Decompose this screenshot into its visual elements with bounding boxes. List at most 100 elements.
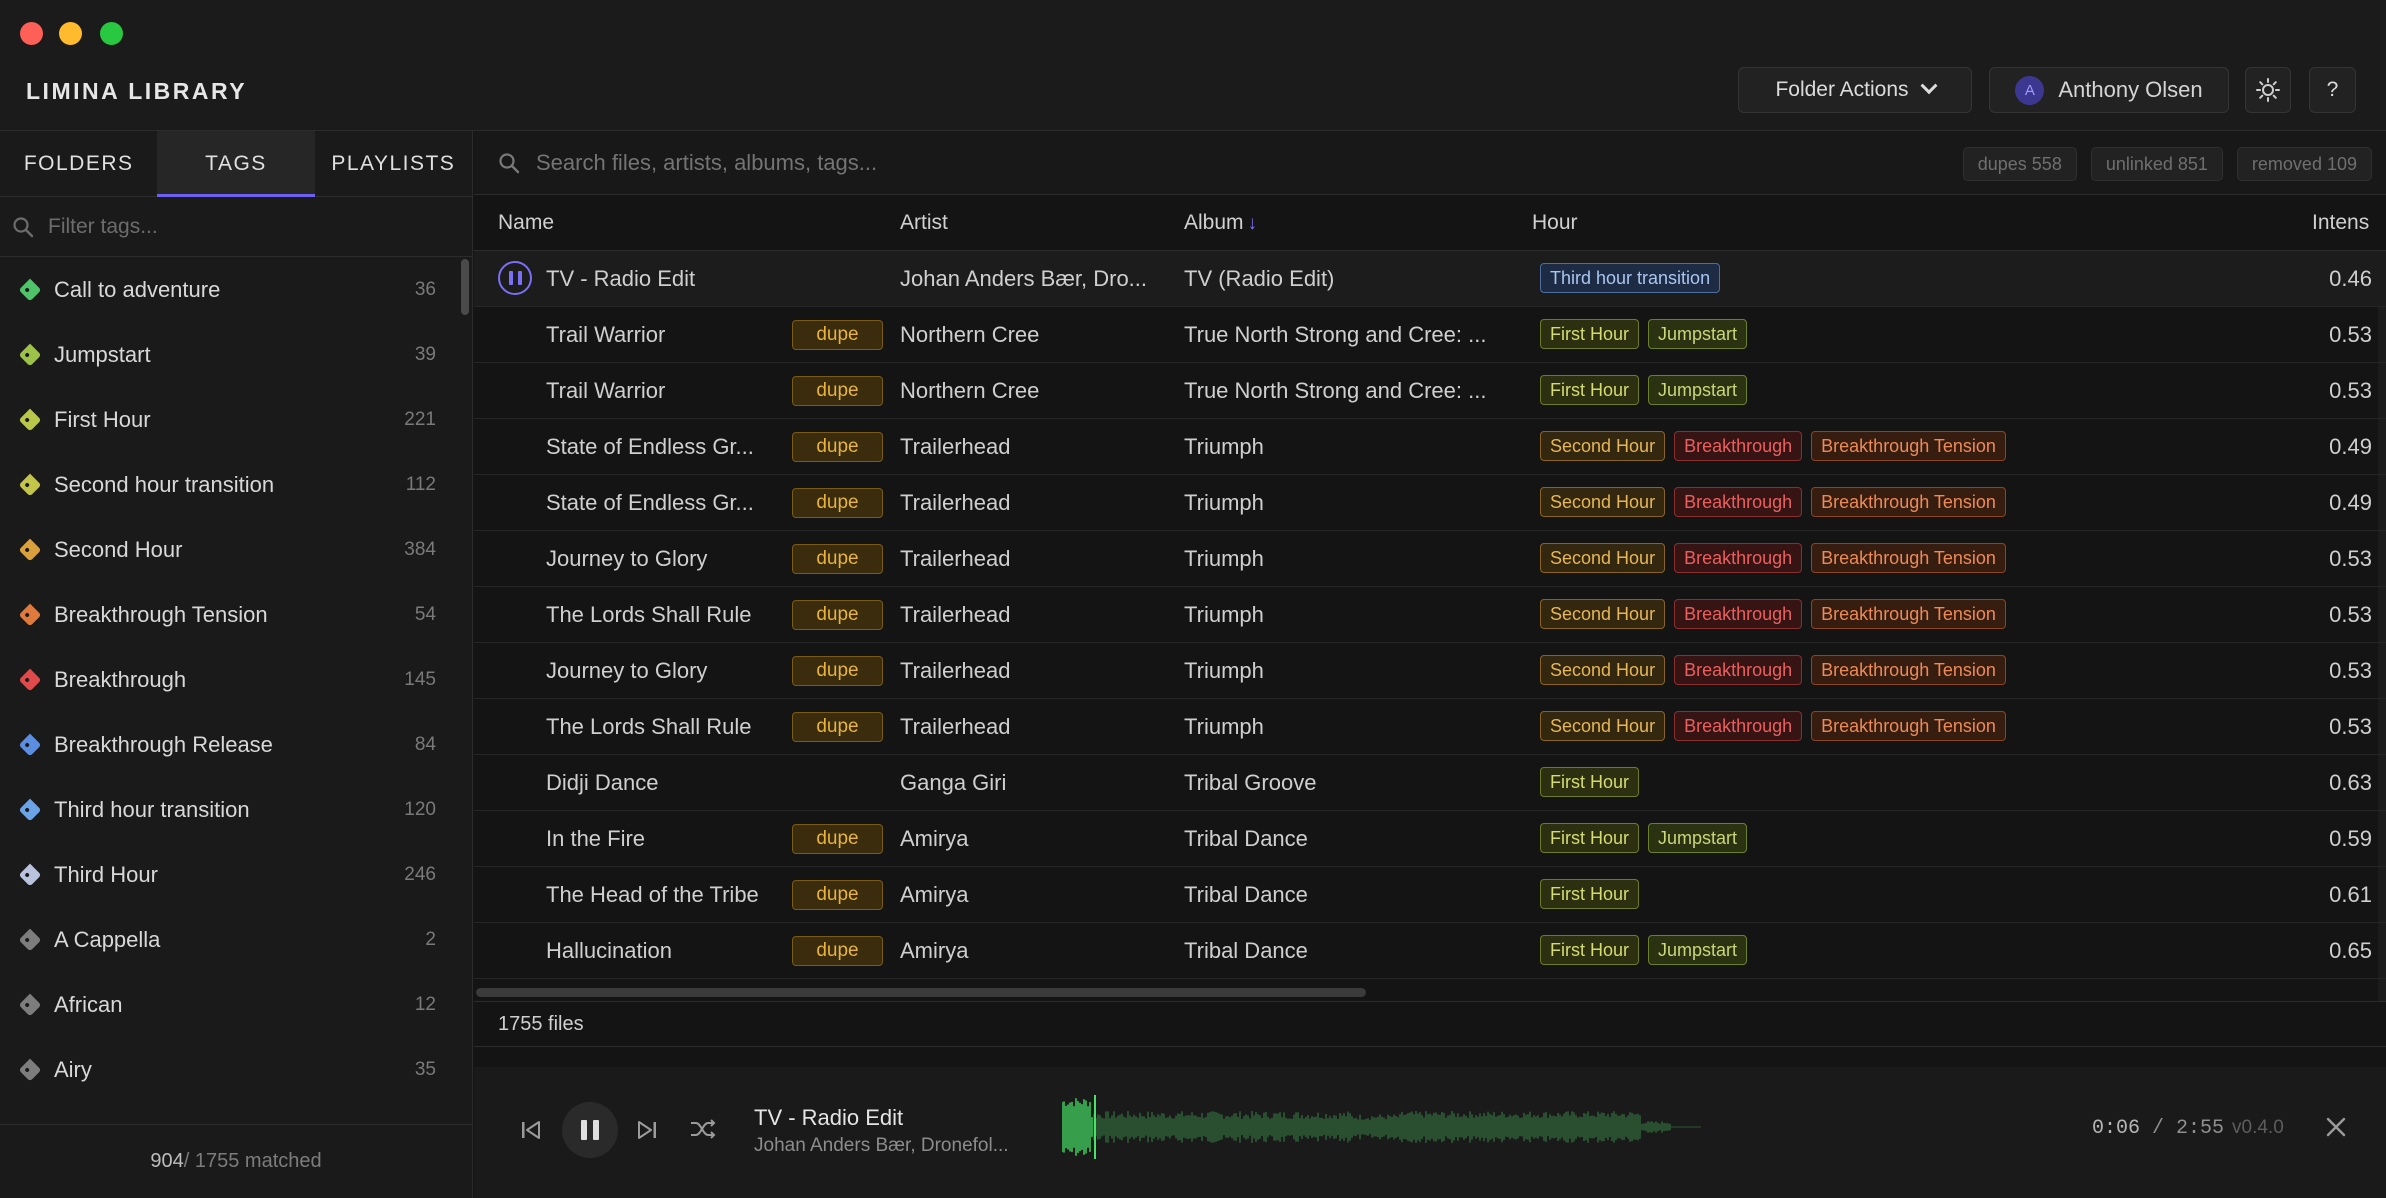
track-album: Tribal Dance bbox=[1184, 826, 1308, 851]
track-album: True North Strong and Cree: ... bbox=[1184, 378, 1487, 403]
tag-item[interactable]: Breakthrough 145 bbox=[0, 647, 472, 712]
table-row[interactable]: Journey to Glory dupe Trailerhead Triumph Se… bbox=[474, 643, 2386, 699]
tag-item[interactable]: Second hour transition 112 bbox=[0, 452, 472, 517]
table-row[interactable]: Trail Warrior dupe Northern Cree True North… bbox=[474, 307, 2386, 363]
tag-icon bbox=[18, 863, 42, 886]
tag-chip[interactable]: First Hour bbox=[1540, 879, 1640, 909]
tag-item[interactable]: Breakthrough Tension 54 bbox=[0, 582, 472, 647]
tag-item[interactable]: Jumpstart 39 bbox=[0, 322, 472, 387]
tag-chip[interactable]: First Hour bbox=[1540, 375, 1640, 405]
tag-chip[interactable]: Breakthrough bbox=[1674, 655, 1803, 685]
tag-chip[interactable]: Third hour transition bbox=[1540, 263, 1721, 293]
tag-item[interactable]: Call to adventure 36 bbox=[0, 257, 472, 322]
dupe-badge[interactable]: dupe bbox=[792, 432, 883, 462]
dupe-badge[interactable]: dupe bbox=[792, 320, 883, 350]
table-row[interactable]: The Lords Shall Rule dupe Trailerhead Trium… bbox=[474, 699, 2386, 755]
user-menu-button[interactable]: A Anthony Olsen bbox=[1989, 67, 2229, 113]
tag-item[interactable]: A Cappella 2 bbox=[0, 907, 472, 972]
tag-item[interactable]: Second Hour 384 bbox=[0, 517, 472, 582]
tab-tags[interactable]: TAGS bbox=[157, 131, 315, 197]
previous-button[interactable] bbox=[516, 1112, 546, 1148]
track-artist: Johan Anders Bær, Dro... bbox=[900, 266, 1148, 291]
tag-chip[interactable]: Breakthrough Tension bbox=[1811, 711, 2006, 741]
tag-chip[interactable]: Jumpstart bbox=[1648, 935, 1748, 965]
help-button[interactable]: ? bbox=[2309, 67, 2356, 113]
table-row[interactable]: Journey to Glory dupe Trailerhead Triumph Se… bbox=[474, 531, 2386, 587]
table-row[interactable]: The Head of the Tribe dupe Amirya Tribal Da… bbox=[474, 867, 2386, 923]
dupe-badge[interactable]: dupe bbox=[792, 600, 883, 630]
tab-playlists[interactable]: PLAYLISTS bbox=[315, 131, 472, 196]
minimize-window-button[interactable] bbox=[59, 22, 82, 45]
table-row[interactable]: State of Endless Gr... dupe Trailerhead Tri… bbox=[474, 419, 2386, 475]
tag-chip[interactable]: Second Hour bbox=[1540, 431, 1666, 461]
maximize-window-button[interactable] bbox=[100, 22, 123, 45]
tag-chip[interactable]: Breakthrough Tension bbox=[1811, 543, 2006, 573]
tag-item[interactable]: Airy 35 bbox=[0, 1037, 472, 1102]
next-button[interactable] bbox=[632, 1112, 662, 1148]
table-row[interactable]: Hallucination dupe Amirya Tribal Dance First… bbox=[474, 923, 2386, 979]
column-artist[interactable]: Artist bbox=[900, 211, 948, 235]
column-album[interactable]: Album ↓ bbox=[1184, 211, 1257, 235]
tag-chip[interactable]: Second Hour bbox=[1540, 711, 1666, 741]
tag-chip[interactable]: First Hour bbox=[1540, 319, 1640, 349]
tag-chip[interactable]: Breakthrough bbox=[1674, 543, 1803, 573]
dupe-badge[interactable]: dupe bbox=[792, 544, 883, 574]
pause-circle-icon[interactable] bbox=[498, 261, 532, 295]
table-row-partial[interactable] bbox=[474, 979, 2386, 1001]
tab-folders[interactable]: FOLDERS bbox=[0, 131, 157, 196]
tag-chip[interactable]: Breakthrough bbox=[1674, 711, 1803, 741]
theme-toggle-button[interactable] bbox=[2245, 67, 2291, 113]
dupe-badge[interactable]: dupe bbox=[792, 712, 883, 742]
tag-item[interactable]: African 12 bbox=[0, 972, 472, 1037]
folder-actions-button[interactable]: Folder Actions bbox=[1738, 67, 1972, 113]
tag-chip[interactable]: Second Hour bbox=[1540, 599, 1666, 629]
tag-chip[interactable]: Jumpstart bbox=[1648, 319, 1748, 349]
tag-chip[interactable]: Breakthrough Tension bbox=[1811, 487, 2006, 517]
tag-chip[interactable]: Breakthrough Tension bbox=[1811, 431, 2006, 461]
tag-chip[interactable]: Breakthrough bbox=[1674, 487, 1803, 517]
tag-item[interactable]: Third Hour 246 bbox=[0, 842, 472, 907]
removed-badge[interactable]: removed 109 bbox=[2236, 147, 2372, 181]
tag-chip[interactable]: Breakthrough Tension bbox=[1811, 655, 2006, 685]
tag-chip[interactable]: Breakthrough Tension bbox=[1811, 599, 2006, 629]
tag-chip[interactable]: Second Hour bbox=[1540, 655, 1666, 685]
tag-filter-input[interactable] bbox=[48, 214, 468, 239]
shuffle-button[interactable] bbox=[686, 1111, 720, 1147]
column-name[interactable]: Name bbox=[498, 211, 554, 235]
dupe-badge[interactable]: dupe bbox=[792, 824, 883, 854]
tag-chip[interactable]: First Hour bbox=[1540, 767, 1640, 797]
column-intensity[interactable]: Intens bbox=[2312, 211, 2369, 235]
dupe-badge[interactable]: dupe bbox=[792, 880, 883, 910]
tag-chip[interactable]: Jumpstart bbox=[1648, 375, 1748, 405]
table-row[interactable]: TV - Radio Edit Johan Anders Bær, Dro... T… bbox=[474, 251, 2386, 307]
dupe-badge[interactable]: dupe bbox=[792, 656, 883, 686]
table-row[interactable]: State of Endless Gr... dupe Trailerhead Tri… bbox=[474, 475, 2386, 531]
tag-chip[interactable]: Jumpstart bbox=[1648, 823, 1748, 853]
tag-filter bbox=[0, 197, 472, 257]
tag-chip[interactable]: Breakthrough bbox=[1674, 431, 1803, 461]
tag-chip[interactable]: First Hour bbox=[1540, 823, 1640, 853]
tag-chip[interactable]: Second Hour bbox=[1540, 487, 1666, 517]
tag-item[interactable]: Third hour transition 120 bbox=[0, 777, 472, 842]
close-window-button[interactable] bbox=[20, 22, 43, 45]
tag-item[interactable]: First Hour 221 bbox=[0, 387, 472, 452]
close-player-button[interactable] bbox=[2320, 1111, 2352, 1143]
pause-button[interactable] bbox=[562, 1102, 618, 1158]
tag-item[interactable]: Breakthrough Release 84 bbox=[0, 712, 472, 777]
sidebar-scrollbar[interactable] bbox=[461, 259, 469, 315]
table-row[interactable]: In the Fire dupe Amirya Tribal Dance First H… bbox=[474, 811, 2386, 867]
column-hour[interactable]: Hour bbox=[1532, 211, 1578, 235]
tag-chip[interactable]: First Hour bbox=[1540, 935, 1640, 965]
table-row[interactable]: The Lords Shall Rule dupe Trailerhead Trium… bbox=[474, 587, 2386, 643]
search-input[interactable] bbox=[536, 149, 1736, 176]
dupes-badge[interactable]: dupes 558 bbox=[1962, 147, 2077, 181]
tag-chip[interactable]: Breakthrough bbox=[1674, 599, 1803, 629]
dupe-badge[interactable]: dupe bbox=[792, 488, 883, 518]
tag-chip[interactable]: Second Hour bbox=[1540, 543, 1666, 573]
table-row[interactable]: Trail Warrior dupe Northern Cree True North… bbox=[474, 363, 2386, 419]
table-row[interactable]: Didji Dance Ganga Giri Tribal Groove First … bbox=[474, 755, 2386, 811]
dupe-badge[interactable]: dupe bbox=[792, 936, 883, 966]
unlinked-badge[interactable]: unlinked 851 bbox=[2090, 147, 2223, 181]
dupe-badge[interactable]: dupe bbox=[792, 376, 883, 406]
waveform[interactable] bbox=[1062, 1095, 1702, 1159]
